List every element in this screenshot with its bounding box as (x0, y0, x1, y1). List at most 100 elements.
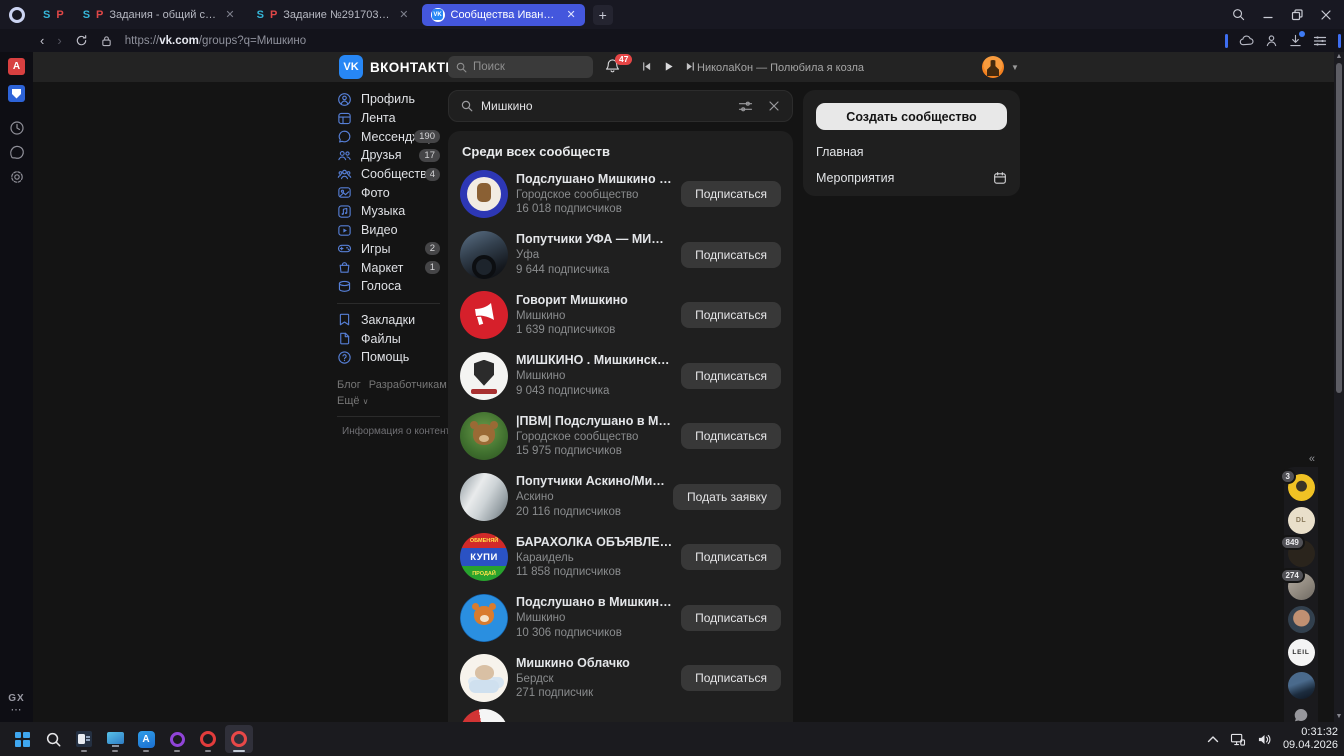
tab-close-icon[interactable]: ✕ (567, 8, 576, 21)
dock-chat-avatar[interactable]: LEIL (1287, 639, 1315, 666)
community-title[interactable]: МИШКИНО . Мишкинский район. Башк… (516, 353, 673, 367)
vk-search-input[interactable] (473, 61, 585, 73)
subscribe-button[interactable]: Подписаться (681, 181, 781, 208)
community-row[interactable]: Подслушано в Мишкино Башкортостан… Мишки… (460, 588, 781, 649)
subscribe-button[interactable]: Подписаться (681, 544, 781, 571)
vk-logo[interactable]: VK (339, 55, 363, 79)
vk-header-search[interactable] (448, 56, 593, 78)
menu-item-profile[interactable]: Профиль (337, 90, 440, 109)
footer-link-blog[interactable]: Блог (337, 379, 361, 391)
menu-item-files[interactable]: Файлы (337, 329, 440, 348)
clear-search-icon[interactable] (768, 100, 780, 112)
tab-tasks-list[interactable]: SP Задания - общий список ✕ (74, 4, 244, 26)
subscribe-button[interactable]: Подписаться (681, 241, 781, 268)
reload-button[interactable] (75, 34, 88, 47)
notifications-bell-icon[interactable]: 47 (605, 54, 633, 74)
avatar-chevron-down-icon[interactable]: ▼ (1011, 63, 1019, 72)
taskbar-clock[interactable]: 0:31:32 09.04.2026 (1283, 726, 1338, 752)
community-title[interactable]: |ПВМ| Подслушано в Мишкино (516, 414, 673, 428)
tab-pinned-sp[interactable]: SP (37, 4, 70, 26)
back-button[interactable]: ‹ (40, 34, 44, 47)
rail-extension-red-icon[interactable]: A (8, 58, 25, 75)
menu-item-feed[interactable]: Лента (337, 109, 440, 128)
dock-chat-avatar[interactable] (1287, 672, 1315, 699)
messages-bubble-icon[interactable] (1293, 708, 1309, 722)
community-row[interactable]: Попутчики Аскино/Мишкино /Бирск/У… Аскин… (460, 467, 781, 528)
menu-item-video[interactable]: Видео (337, 221, 440, 240)
player-prev-icon[interactable] (641, 61, 652, 72)
taskbar-app-opera-gx-active[interactable] (225, 725, 253, 753)
community-title[interactable]: Подслушано в Мишкино Башкортостан… (516, 595, 673, 609)
community-row[interactable]: Подслушано Мишкино (Курганская обл… Горо… (460, 164, 781, 225)
player-next-icon[interactable] (685, 61, 696, 72)
page-scrollbar[interactable]: ▲ ▼ (1334, 52, 1344, 722)
url-text[interactable]: https://vk.com/groups?q=Мишкино (125, 35, 306, 47)
maximize-button[interactable] (1291, 8, 1303, 21)
community-avatar[interactable] (460, 472, 508, 521)
volume-icon[interactable] (1257, 733, 1272, 746)
search-filters-icon[interactable] (738, 100, 753, 113)
community-row[interactable]: Мишкино Облачко Бердск 271 подписчик Под… (460, 648, 781, 709)
menu-item-friends[interactable]: Друзья 17 (337, 146, 440, 165)
footer-more[interactable]: Ещё ∨ (337, 394, 449, 409)
dock-chat-avatar[interactable]: 3 (1279, 469, 1315, 501)
content-info[interactable]: Информация о контенте (337, 426, 456, 437)
tab-vk-communities-active[interactable]: VK Сообщества Ивана Моро ✕ (421, 3, 585, 26)
community-row[interactable]: МИШКИНО . Мишкинский район. Башк… Мишкин… (460, 346, 781, 407)
menu-item-games[interactable]: Игры 2 (337, 240, 440, 259)
browser-account-icon[interactable] (1265, 34, 1278, 47)
menu-item-bookmarks[interactable]: Закладки (337, 311, 440, 330)
vk-wordmark[interactable]: ВКОНТАКТЕ (370, 60, 455, 75)
scrollbar-down-arrow[interactable]: ▼ (1334, 713, 1344, 721)
tray-expand-chevron-icon[interactable] (1207, 735, 1219, 743)
taskbar-app-opera-red[interactable] (194, 725, 222, 753)
panel-link-main[interactable]: Главная (816, 145, 1007, 159)
opera-menu-icon[interactable] (9, 6, 25, 23)
community-row[interactable]: Попутчики УФА — МИШКИНО Уфа 9 644 подпис… (460, 225, 781, 286)
rail-history-icon[interactable] (9, 120, 25, 136)
site-security-lock-icon[interactable] (101, 35, 112, 47)
menu-item-communities[interactable]: Сообщества 4 (337, 165, 440, 184)
community-search-bar[interactable]: Мишкино (448, 90, 793, 122)
start-button[interactable] (8, 725, 36, 753)
community-avatar[interactable] (460, 230, 508, 279)
downloads-button[interactable] (1289, 31, 1305, 47)
community-avatar[interactable] (460, 170, 508, 219)
community-title[interactable]: Мишкино Облачко (516, 656, 673, 670)
community-avatar[interactable] (460, 708, 508, 722)
tab-close-icon[interactable]: ✕ (399, 8, 408, 21)
dock-chat-avatar[interactable]: 274 (1279, 568, 1315, 600)
subscribe-button[interactable]: Подписаться (681, 302, 781, 329)
menu-item-photos[interactable]: Фото (337, 183, 440, 202)
flow-cloud-icon[interactable] (1239, 34, 1254, 47)
footer-link-developers[interactable]: Разработчикам (369, 379, 447, 391)
dock-chat-avatar[interactable]: 849 (1279, 535, 1315, 567)
scrollbar-thumb[interactable] (1336, 63, 1342, 393)
rail-settings-gear-icon[interactable] (9, 169, 25, 185)
minimize-button[interactable] (1262, 9, 1274, 21)
create-community-button[interactable]: Создать сообщество (816, 103, 1007, 130)
menu-item-market[interactable]: Маркет 1 (337, 258, 440, 277)
community-avatar[interactable] (460, 593, 508, 642)
community-title[interactable]: Попутчики Аскино/Мишкино /Бирск/У… (516, 474, 665, 488)
subscribe-button[interactable]: Подписаться (681, 665, 781, 692)
community-avatar[interactable] (460, 291, 508, 340)
close-button[interactable] (1320, 9, 1332, 21)
tab-close-icon[interactable]: ✕ (225, 8, 234, 21)
community-avatar[interactable] (460, 351, 508, 400)
now-playing-track-title[interactable]: НиколаКон — Полюбила я козла (697, 62, 864, 74)
menu-item-voices[interactable]: Голоса (337, 277, 440, 296)
taskbar-app-explorer[interactable] (70, 725, 98, 753)
community-row[interactable]: Говорит Мишкино Мишкино 1 639 подписчико… (460, 285, 781, 346)
community-avatar[interactable]: ОБМЕНЯЙ КУПИ ПРОДАЙ (460, 533, 508, 582)
menu-item-messenger[interactable]: Мессенджер 190 (337, 127, 440, 146)
subscribe-button[interactable]: Подписаться (681, 362, 781, 389)
taskbar-app-a[interactable]: A (132, 725, 160, 753)
community-avatar[interactable] (460, 654, 508, 703)
menu-item-music[interactable]: Музыка (337, 202, 440, 221)
community-title[interactable]: БАРАХОЛКА ОБЪЯВЛЕНИЯ | Караидель… (516, 535, 673, 549)
menu-item-help[interactable]: Помощь (337, 348, 440, 367)
dock-chat-avatar[interactable] (1287, 606, 1315, 633)
community-title[interactable]: Говорит Мишкино (516, 293, 673, 307)
tab-task-2917030[interactable]: SP Задание №2917030 - про ✕ (248, 4, 418, 26)
